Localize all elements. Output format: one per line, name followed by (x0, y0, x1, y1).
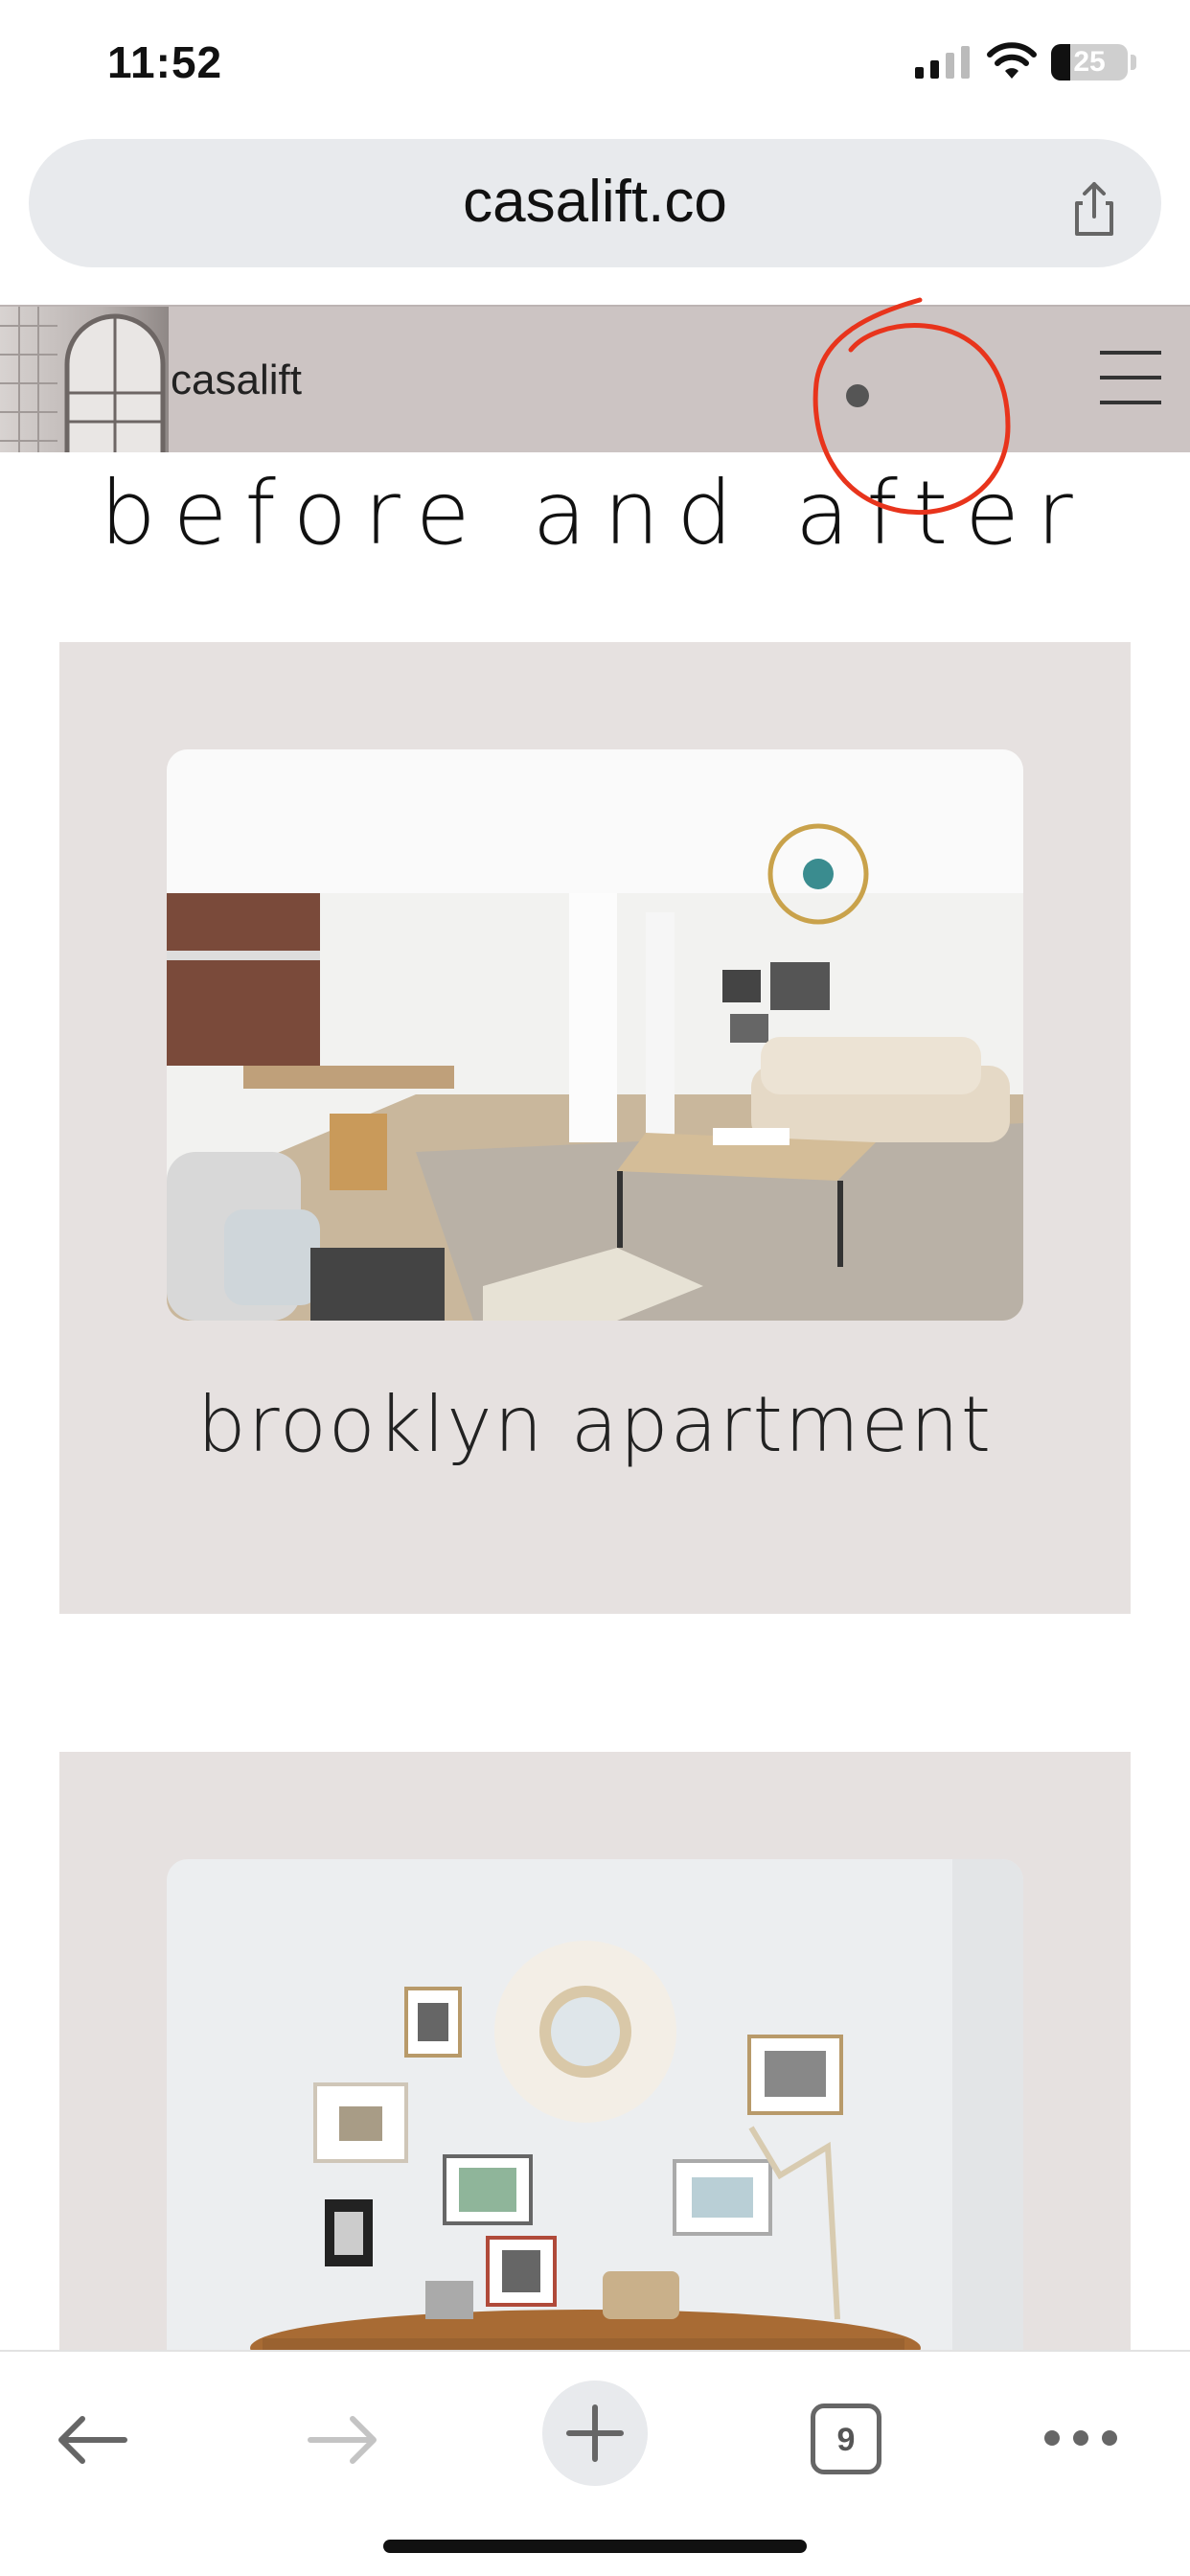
battery-icon: 25 (1051, 44, 1128, 80)
project-card[interactable]: brooklyn apartment (59, 642, 1131, 1614)
wifi-icon (987, 42, 1037, 79)
brand-name[interactable]: casalift (171, 356, 302, 404)
tabs-icon[interactable]: 9 (811, 2404, 881, 2474)
battery-tip (1131, 55, 1136, 70)
address-bar[interactable]: casalift.co (29, 139, 1161, 267)
battery-percent: 25 (1073, 46, 1106, 78)
menu-icon[interactable] (1100, 351, 1161, 404)
status-time: 11:52 (107, 37, 223, 87)
share-icon[interactable] (1064, 178, 1125, 240)
status-bar: 11:52 25 (0, 0, 1190, 134)
logo-window-image[interactable] (0, 307, 169, 452)
plus-icon (566, 2404, 624, 2462)
more-icon[interactable] (1042, 2426, 1119, 2450)
tab-count: 9 (836, 2422, 856, 2458)
cellular-signal-icon (915, 46, 970, 79)
gallery-wall-photo[interactable] (167, 1859, 1023, 2377)
annotation-circle (812, 297, 1011, 515)
forward-arrow-icon[interactable] (305, 2411, 381, 2469)
home-indicator[interactable] (383, 2540, 807, 2553)
back-arrow-icon[interactable] (54, 2411, 130, 2469)
browser-toolbar: 9 (0, 2350, 1190, 2576)
url-text[interactable]: casalift.co (29, 168, 1161, 236)
new-tab-button[interactable] (542, 2380, 648, 2486)
living-room-photo[interactable] (167, 749, 1023, 1321)
card-title[interactable]: brooklyn apartment (59, 1380, 1131, 1469)
